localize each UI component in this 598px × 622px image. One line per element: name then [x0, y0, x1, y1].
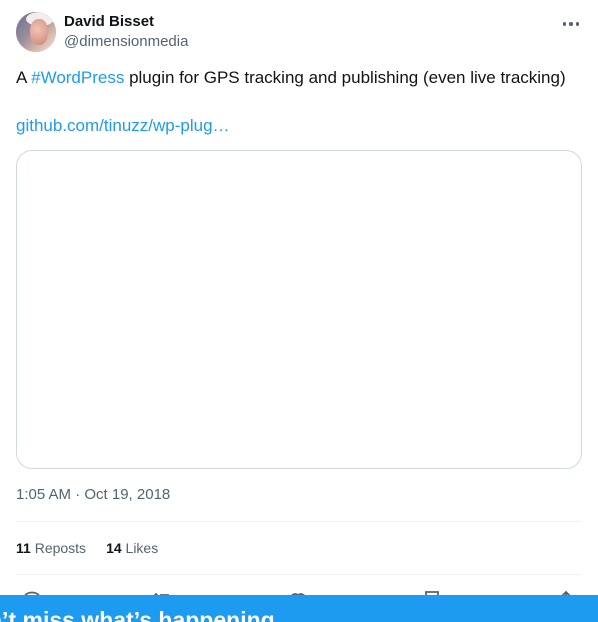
- tweet-text: A #WordPress plugin for GPS tracking and…: [16, 67, 582, 89]
- tweet-stats: 11 Reposts 14 Likes: [16, 538, 158, 558]
- author-info: David Bisset @dimensionmedia: [64, 13, 188, 52]
- avatar[interactable]: [16, 12, 56, 52]
- reposts-stat[interactable]: 11 Reposts: [16, 538, 86, 558]
- tweet-text-prefix: A: [16, 68, 32, 87]
- tweet-timestamp[interactable]: 1:05 AM · Oct 19, 2018: [16, 485, 170, 505]
- reposts-label: Reposts: [34, 540, 87, 556]
- more-icon[interactable]: [560, 14, 582, 34]
- display-name[interactable]: David Bisset: [64, 13, 188, 31]
- likes-label: Likes: [125, 540, 159, 556]
- user-handle[interactable]: @dimensionmedia: [64, 32, 188, 52]
- banner-text: n’t miss what’s happening: [0, 607, 275, 622]
- reposts-count: 11: [16, 540, 31, 556]
- link-card[interactable]: [16, 150, 582, 469]
- signup-banner: n’t miss what’s happening: [0, 595, 598, 622]
- tweet-link[interactable]: github.com/tinuzz/wp-plug…: [16, 115, 230, 137]
- divider: [16, 574, 582, 575]
- likes-stat[interactable]: 14 Likes: [106, 538, 158, 558]
- tweet: David Bisset @dimensionmedia A #WordPres…: [0, 0, 598, 622]
- hashtag-link[interactable]: #WordPress: [31, 68, 124, 87]
- divider: [16, 521, 582, 522]
- tweet-header: David Bisset @dimensionmedia: [16, 12, 582, 54]
- tweet-text-suffix: plugin for GPS tracking and publishing (…: [124, 68, 566, 87]
- likes-count: 14: [106, 540, 122, 556]
